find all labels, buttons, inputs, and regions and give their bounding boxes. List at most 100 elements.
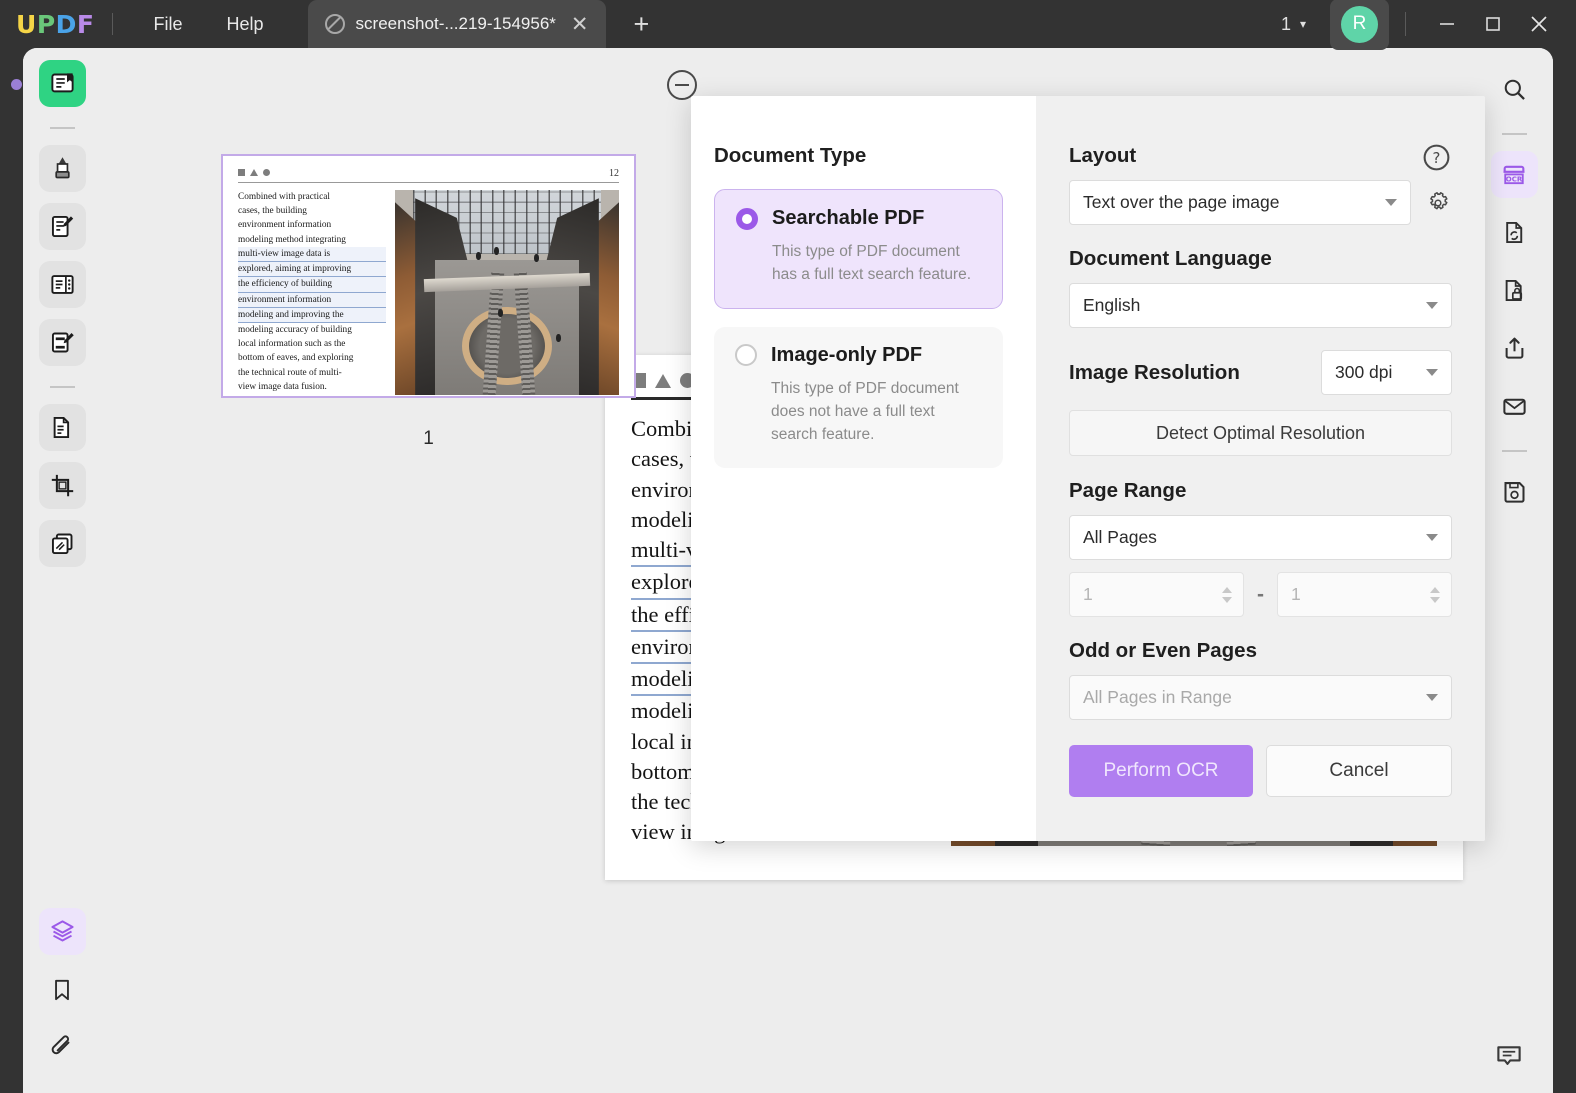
- convert-file-icon: [1501, 219, 1528, 246]
- ocr-dialog: Document Type Searchable PDF This type o…: [691, 96, 1485, 841]
- lock-document-icon: [1501, 277, 1528, 304]
- image-resolution-value: 300 dpi: [1335, 362, 1392, 383]
- chevron-up-icon[interactable]: [1222, 587, 1232, 593]
- thumbnail-body-line: view image data fusion.: [238, 380, 386, 394]
- detect-optimal-resolution-button[interactable]: Detect Optimal Resolution: [1069, 410, 1452, 456]
- thumbnail-page-label: 12: [609, 168, 619, 179]
- tab-title: screenshot-...219-154956*: [356, 14, 556, 34]
- thumbnail-text-column: Combined with practicalcases, the buildi…: [238, 190, 386, 395]
- layout-row: Text over the page image: [1069, 180, 1452, 225]
- chevron-up-icon[interactable]: [1430, 587, 1440, 593]
- right-tool-ocr[interactable]: OCR: [1491, 151, 1538, 198]
- layout-label: Layout: [1069, 144, 1452, 168]
- sidebar-tool-batch[interactable]: [39, 520, 86, 567]
- thumbnail-body-line: cases, the building: [238, 204, 386, 218]
- chevron-down-icon: [1426, 534, 1438, 541]
- right-tool-search[interactable]: [1491, 66, 1538, 113]
- page-range-value: All Pages: [1083, 527, 1157, 548]
- document-tab[interactable]: screenshot-...219-154956* ✕: [308, 0, 606, 48]
- ocr-icon: OCR: [1500, 161, 1528, 189]
- sidebar-tool-annotate[interactable]: [39, 319, 86, 366]
- page-range-separator: -: [1257, 583, 1264, 607]
- doctype-option-image-only[interactable]: Image-only PDF This type of PDF document…: [714, 327, 1003, 468]
- page-range-to-input[interactable]: 1: [1277, 572, 1452, 617]
- menu-help[interactable]: Help: [205, 8, 286, 41]
- left-tool-rail: [23, 48, 101, 1093]
- page-count-dropdown[interactable]: 1 ▾: [1271, 8, 1316, 41]
- sidebar-tool-edit[interactable]: [39, 203, 86, 250]
- stepper-arrows-to[interactable]: [1430, 587, 1440, 603]
- chevron-down-icon: [1426, 369, 1438, 376]
- thumbnail-page-number: 1: [221, 428, 636, 450]
- close-window-button[interactable]: [1516, 0, 1562, 48]
- title-bar: UPDF File Help screenshot-...219-154956*…: [0, 0, 1576, 48]
- image-resolution-label: Image Resolution: [1069, 361, 1240, 385]
- thumbnail-body-line: modeling accuracy of building: [238, 323, 386, 337]
- sidebar-tool-crop[interactable]: [39, 462, 86, 509]
- doctype-option-searchable[interactable]: Searchable PDF This type of PDF document…: [714, 189, 1003, 309]
- page-range-from-input[interactable]: 1: [1069, 572, 1244, 617]
- triangle-mark-icon: [655, 374, 671, 388]
- app-body: 12 Combined with practicalcases, the bui…: [0, 48, 1576, 1093]
- right-tool-email[interactable]: [1491, 383, 1538, 430]
- right-rail-separator-2: [1502, 450, 1527, 452]
- maximize-button[interactable]: [1470, 0, 1516, 48]
- right-tool-convert[interactable]: [1491, 209, 1538, 256]
- chevron-down-icon[interactable]: [1430, 597, 1440, 603]
- chevron-down-icon[interactable]: [1222, 597, 1232, 603]
- thumbnail-body-line: multi-view image data is: [238, 247, 386, 262]
- right-tool-save[interactable]: [1491, 468, 1538, 515]
- chevron-down-icon: [1426, 302, 1438, 309]
- right-tool-share[interactable]: [1491, 325, 1538, 372]
- minimize-button[interactable]: [1424, 0, 1470, 48]
- sidebar-tool-attachment[interactable]: [39, 1024, 86, 1071]
- odd-or-even-label: Odd or Even Pages: [1069, 639, 1452, 663]
- stepper-arrows-from[interactable]: [1222, 587, 1232, 603]
- sidebar-tool-convert[interactable]: [39, 404, 86, 451]
- new-tab-button[interactable]: +: [634, 11, 650, 38]
- doctype-image-only-description: This type of PDF document does not have …: [771, 378, 982, 447]
- rail-separator-2: [50, 386, 75, 388]
- floppy-save-icon: [1501, 478, 1528, 505]
- page-range-inputs: 1 - 1: [1069, 572, 1452, 617]
- layout-select[interactable]: Text over the page image: [1069, 180, 1411, 225]
- sidebar-tool-reader[interactable]: [39, 60, 86, 107]
- question-circle-icon: ?: [1421, 142, 1452, 173]
- help-button[interactable]: ?: [1421, 142, 1452, 178]
- account-button[interactable]: R: [1330, 0, 1389, 50]
- right-tool-protect[interactable]: [1491, 267, 1538, 314]
- page-range-select[interactable]: All Pages: [1069, 515, 1452, 560]
- sidebar-tool-bookmark[interactable]: [39, 966, 86, 1013]
- layout-settings-button[interactable]: [1424, 189, 1452, 217]
- square-mark-icon: [238, 169, 245, 176]
- thumbnail-body-line: Combined with practical: [238, 190, 386, 204]
- sidebar-tool-organize[interactable]: [39, 261, 86, 308]
- comment-button[interactable]: [1486, 1033, 1532, 1079]
- thumbnail-body-line: modeling method integrating: [238, 233, 386, 247]
- thumbnail-body-line: explored, aiming at improving: [238, 262, 386, 277]
- cancel-button[interactable]: Cancel: [1266, 745, 1452, 797]
- titlebar-divider: [112, 13, 113, 35]
- workspace: 12 Combined with practicalcases, the bui…: [23, 48, 1553, 1093]
- sidebar-tool-layers[interactable]: [39, 908, 86, 955]
- panel-collapse-handle[interactable]: [11, 79, 22, 90]
- rail-separator-1: [50, 127, 75, 129]
- page-thumbnail[interactable]: 12 Combined with practicalcases, the bui…: [221, 154, 636, 398]
- layers-icon: [49, 918, 76, 945]
- document-language-select[interactable]: English: [1069, 283, 1452, 328]
- sidebar-tool-highlight[interactable]: [39, 145, 86, 192]
- edit-document-icon: [49, 213, 76, 240]
- image-resolution-select[interactable]: 300 dpi: [1321, 350, 1452, 395]
- radio-image-only-pdf[interactable]: [735, 344, 757, 366]
- ocr-dialog-right-panel: ? Layout Text over the page image: [1036, 96, 1485, 841]
- doctype-searchable-label: Searchable PDF: [772, 207, 924, 230]
- thumbnail-rule: [238, 182, 619, 183]
- menu-file[interactable]: File: [131, 8, 204, 41]
- close-icon[interactable]: ✕: [566, 12, 594, 37]
- perform-ocr-button[interactable]: Perform OCR: [1069, 745, 1253, 797]
- radio-searchable-pdf[interactable]: [736, 208, 758, 230]
- odd-or-even-select[interactable]: All Pages in Range: [1069, 675, 1452, 720]
- triangle-mark-icon: [250, 169, 258, 176]
- odd-or-even-value: All Pages in Range: [1083, 687, 1232, 708]
- bookmark-icon: [49, 977, 75, 1003]
